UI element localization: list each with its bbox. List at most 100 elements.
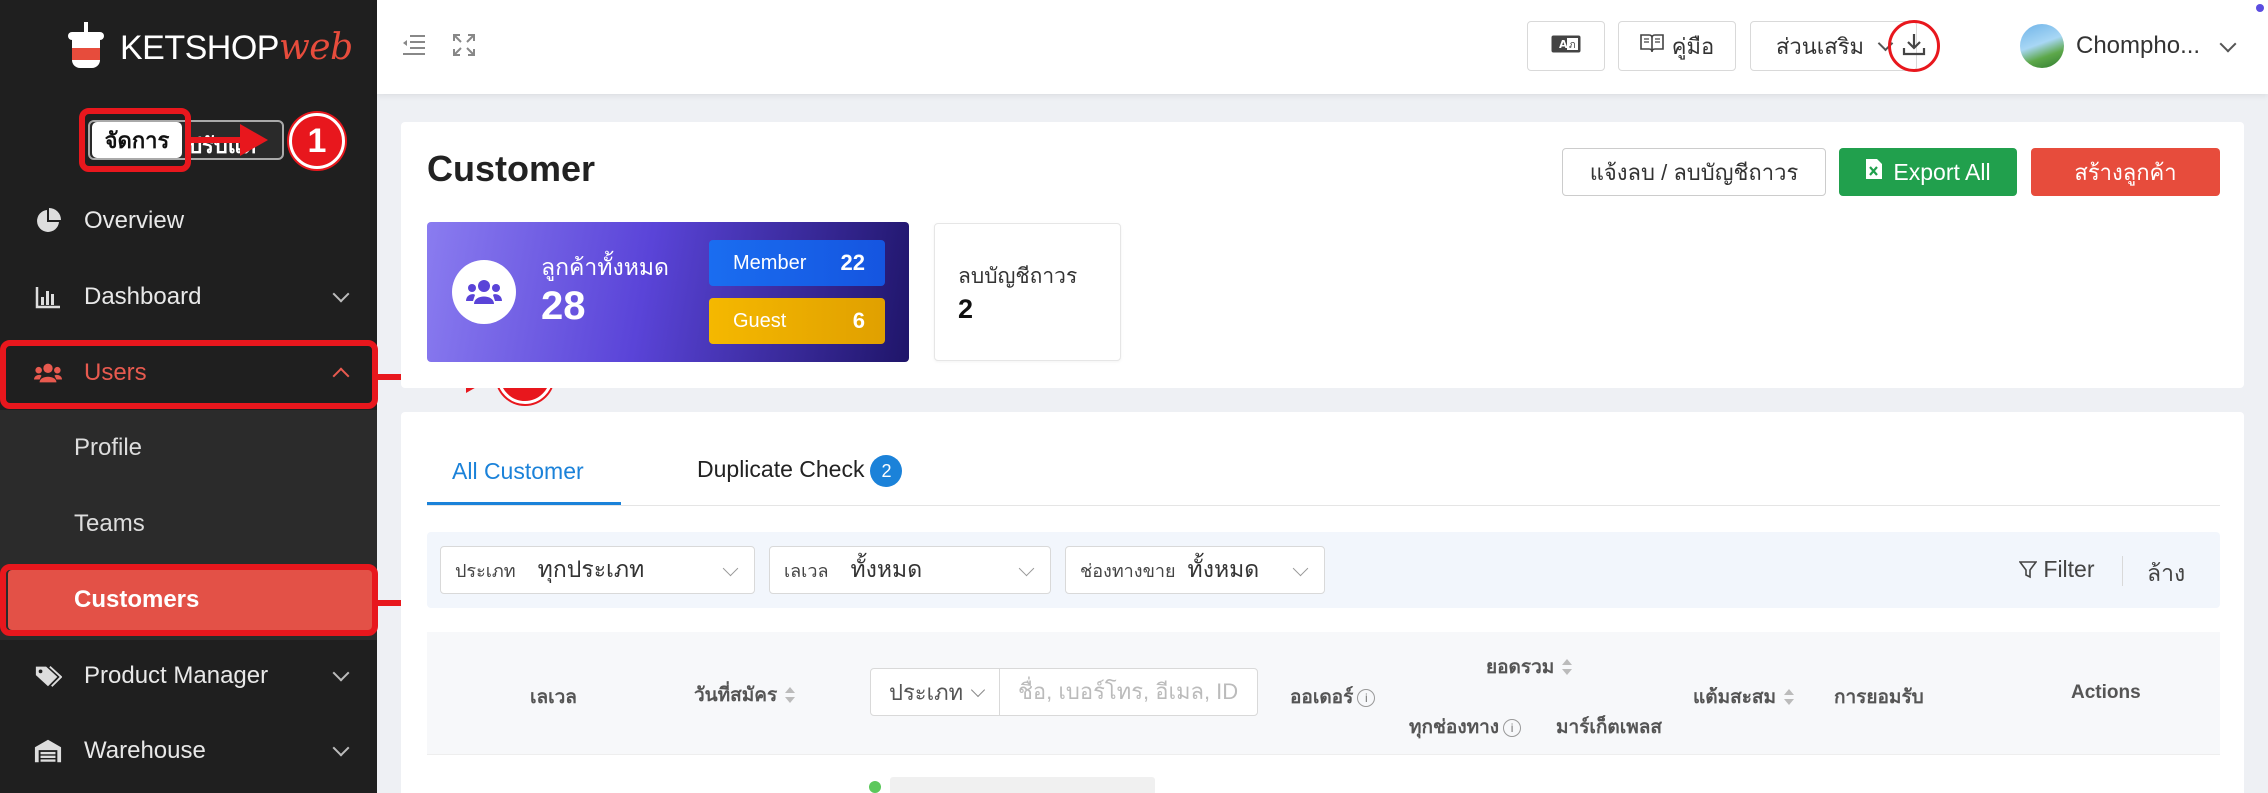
- cup-logo-icon: [62, 22, 110, 72]
- chevron-down-icon: [970, 682, 986, 698]
- total-customers-label: ลูกค้าทั้งหมด: [541, 254, 669, 280]
- clear-button[interactable]: ล้าง: [2147, 556, 2185, 592]
- active-tab-indicator: [427, 502, 621, 505]
- funnel-icon: [2018, 556, 2043, 582]
- col-register-date[interactable]: วันที่สมัคร: [694, 680, 796, 710]
- topbar: [377, 0, 2268, 94]
- warehouse-icon: [34, 737, 62, 765]
- col-label: ยอดรวม: [1486, 657, 1555, 678]
- fullscreen-icon[interactable]: [453, 34, 477, 58]
- level-filter-select[interactable]: เลเวล ทั้งหมด: [769, 546, 1051, 594]
- users-icon: [452, 260, 516, 324]
- filter-label: ช่องทางขาย: [1080, 560, 1176, 581]
- sidebar-item-label: Warehouse: [84, 737, 206, 764]
- divider: [2122, 556, 2123, 586]
- type-column-select[interactable]: ประเภท: [870, 668, 1000, 716]
- arrow-1-line: [186, 137, 246, 143]
- search-input[interactable]: [999, 668, 1258, 716]
- page-title: Customer: [427, 148, 596, 189]
- filter-label: Filter: [2043, 556, 2095, 582]
- download-button[interactable]: [1888, 20, 1940, 72]
- filter-value: ทั้งหมด: [1187, 556, 1260, 582]
- info-icon[interactable]: i: [1503, 718, 1522, 737]
- member-count-pill: Member 22: [709, 240, 885, 286]
- sidebar-item-label: Product Manager: [84, 662, 269, 689]
- user-name[interactable]: Chompho...: [2076, 32, 2200, 60]
- col-consent: การยอมรับ: [1834, 687, 1924, 708]
- sidebar-item-label: Overview: [84, 207, 185, 234]
- deleted-accounts-value: 2: [958, 294, 974, 324]
- book-icon: [1639, 33, 1664, 59]
- highlight-box-1: [79, 108, 191, 172]
- arrow-1-head: [240, 124, 268, 156]
- tab-all-customer[interactable]: All Customer: [452, 458, 584, 485]
- filter-label: ประเภท: [455, 560, 516, 581]
- pie-chart-icon: [34, 207, 62, 235]
- info-icon[interactable]: i: [1357, 688, 1376, 707]
- filter-value: ทั้งหมด: [850, 556, 923, 582]
- total-customers-value: 28: [541, 284, 586, 328]
- export-label: Export All: [1893, 158, 1991, 185]
- brand-name: KETSHOPweb: [120, 26, 353, 68]
- chevron-down-icon: [1292, 560, 1309, 577]
- deleted-accounts-label: ลบบัญชีถาวร: [958, 265, 1078, 288]
- download-icon: [1901, 31, 1927, 62]
- sidebar-item-product-manager[interactable]: Product Manager: [0, 641, 377, 711]
- col-points[interactable]: แต้มสะสม: [1693, 682, 1795, 712]
- create-customer-button[interactable]: สร้างลูกค้า: [2031, 148, 2220, 196]
- manual-button[interactable]: คู่มือ: [1618, 21, 1736, 71]
- member-value: 22: [840, 250, 865, 275]
- col-label: ทุกช่องทาง: [1409, 717, 1500, 738]
- tabs-divider: [427, 505, 2220, 506]
- avatar[interactable]: [2020, 24, 2064, 68]
- notification-dot: [2256, 4, 2264, 12]
- translate-button[interactable]: Aภ: [1527, 21, 1605, 71]
- chevron-down-icon: [722, 560, 739, 577]
- svg-text:A: A: [1559, 38, 1568, 51]
- translate-icon: Aภ: [1551, 33, 1581, 59]
- chevron-down-icon: [332, 285, 350, 303]
- highlight-box-3: [0, 564, 378, 636]
- col-marketplace: มาร์เก็ตเพลส: [1556, 717, 1662, 738]
- tab-duplicate-check[interactable]: Duplicate Check 2: [697, 455, 903, 487]
- loading-placeholder: [890, 777, 1155, 793]
- filter-label: เลเวล: [784, 560, 829, 581]
- manual-label: คู่มือ: [1671, 33, 1715, 59]
- chevron-down-icon: [332, 664, 350, 682]
- sidebar-subitem-profile[interactable]: Profile: [74, 434, 142, 462]
- export-all-button[interactable]: Export All: [1839, 148, 2017, 196]
- filter-button[interactable]: Filter: [2018, 556, 2095, 583]
- sidebar-item-label: Dashboard: [84, 283, 202, 310]
- sort-icon[interactable]: [785, 686, 796, 705]
- col-orders: ออเดอร์ i: [1290, 682, 1376, 712]
- delete-account-button[interactable]: แจ้งลบ / ลบบัญชีถาวร: [1562, 148, 1826, 196]
- chevron-down-icon: [1018, 560, 1035, 577]
- collapse-menu-icon[interactable]: [402, 34, 426, 58]
- annotation-badge-1: 1: [289, 113, 345, 169]
- col-actions: Actions: [2071, 682, 2141, 703]
- col-total[interactable]: ยอดรวม: [1486, 652, 1573, 682]
- col-label: แต้มสะสม: [1693, 687, 1777, 708]
- sort-icon[interactable]: [1784, 688, 1795, 707]
- brand-logo[interactable]: KETSHOPweb: [62, 22, 353, 72]
- type-select-value: ประเภท: [889, 679, 964, 705]
- sort-icon[interactable]: [1562, 658, 1573, 677]
- highlight-box-2: [0, 340, 378, 409]
- col-label: วันที่สมัคร: [694, 685, 778, 706]
- member-label: Member: [733, 251, 807, 274]
- svg-text:ภ: ภ: [1569, 40, 1576, 51]
- excel-icon: [1865, 158, 1883, 186]
- chevron-down-icon: [332, 739, 350, 757]
- sidebar-item-overview[interactable]: Overview: [0, 186, 377, 256]
- bar-chart-icon: [34, 283, 62, 311]
- col-all-channels: ทุกช่องทาง i: [1409, 712, 1522, 742]
- filter-value: ทุกประเภท: [537, 556, 645, 582]
- sidebar-item-warehouse[interactable]: Warehouse: [0, 716, 377, 786]
- sidebar-subitem-teams[interactable]: Teams: [74, 510, 145, 538]
- type-filter-select[interactable]: ประเภท ทุกประเภท: [440, 546, 755, 594]
- col-label: ออเดอร์: [1290, 687, 1354, 708]
- addons-label: ส่วนเสริม: [1775, 33, 1865, 59]
- channel-filter-select[interactable]: ช่องทางขาย ทั้งหมด: [1065, 546, 1325, 594]
- status-dot: [869, 781, 881, 793]
- sidebar-item-dashboard[interactable]: Dashboard: [0, 262, 377, 332]
